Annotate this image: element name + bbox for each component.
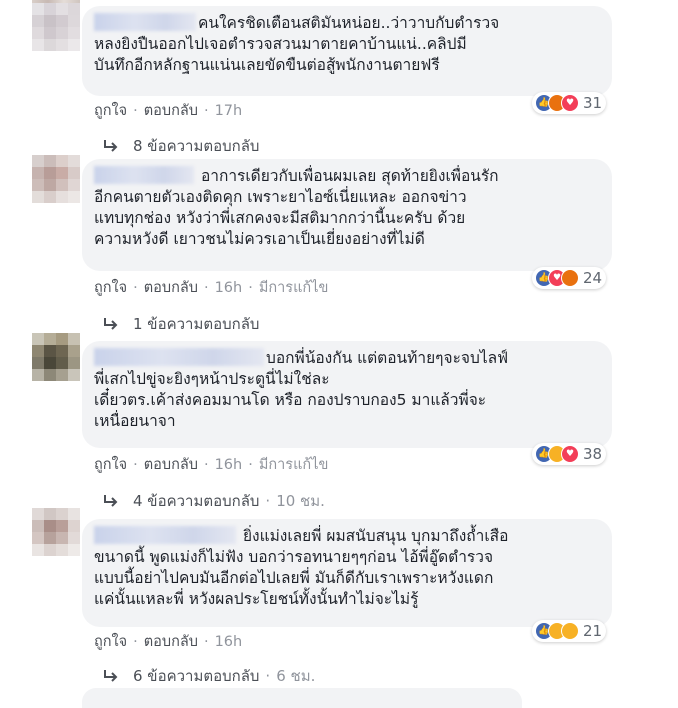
comment-text-line: บันทึกอีกหลักฐานแน่นเลยขัดขืนต่อสู้พนักง… — [94, 56, 440, 74]
reply-arrow-icon — [104, 140, 118, 152]
view-replies-link[interactable]: 6 ข้อความตอบกลับ · 6 ชม. — [103, 664, 315, 688]
comment-text-line: ความหวังดี เยาวชนไม่ควรเอาเป็นเยี่ยงอย่า… — [94, 230, 425, 248]
replies-timestamp: 6 ชม. — [276, 667, 316, 685]
reply-link[interactable]: ตอบกลับ — [144, 630, 198, 653]
reaction-summary[interactable]: 👍 ♥ 38 — [532, 443, 607, 465]
view-replies-link[interactable]: 1 ข้อความตอบกลับ — [103, 312, 259, 336]
separator-dot: · — [133, 456, 138, 473]
reply-arrow-icon — [104, 495, 118, 507]
separator-dot: · — [133, 633, 138, 650]
comment-actions: ถูกใจ · ตอบกลับ · 17h — [94, 99, 242, 122]
comment-text-line: แบบนี้อย่าไปคบมันอีกต่อไปเลยพี่ มันก็ดีก… — [94, 569, 494, 587]
comment-timestamp[interactable]: 16h — [215, 634, 243, 650]
author-name-redacted[interactable] — [94, 348, 264, 366]
view-replies-link[interactable]: 4 ข้อความตอบกลับ · 10 ชม. — [103, 489, 325, 513]
separator-dot: · — [203, 279, 209, 296]
comment-actions: ถูกใจ · ตอบกลับ · 16h — [94, 630, 242, 653]
comment-timestamp[interactable]: 16h — [215, 457, 243, 473]
love-reaction-icon: ♥ — [561, 445, 579, 463]
author-name-redacted[interactable] — [94, 13, 196, 31]
love-reaction-icon: ♥ — [561, 94, 579, 112]
reply-link[interactable]: ตอบกลับ — [144, 99, 198, 122]
separator-dot: · — [265, 667, 271, 685]
like-link[interactable]: ถูกใจ — [94, 99, 127, 122]
replies-timestamp: 10 ชม. — [276, 492, 325, 510]
reaction-count: 38 — [583, 445, 603, 463]
comment-bubble: อาการเดียวกับเพื่อนผมเลย สุดท้ายยิงเพื่อ… — [82, 159, 612, 271]
comment-text-line: เดี๋ยวตร.เค้าส่งคอมมานโด หรือ กองปราบกอง… — [94, 391, 487, 409]
reaction-summary[interactable]: 👍 21 — [532, 620, 607, 642]
comment-text-line: อีกคนตายตัวเองติดคุก เพราะยาไอซ์เนี่ยแหล… — [94, 188, 467, 206]
comment-text-line: ขนาดนี้ พูดแม่งก็ไม่ฟัง บอกว่ารอทนายๆๆก่… — [94, 548, 494, 566]
replies-count: 6 ข้อความตอบกลับ — [133, 667, 260, 685]
comment-timestamp[interactable]: 17h — [215, 103, 243, 119]
replies-count: 1 ข้อความตอบกลับ — [133, 315, 260, 333]
comment-timestamp[interactable]: 16h — [215, 280, 243, 296]
avatar[interactable] — [32, 155, 80, 203]
comment-bubble: บอกพี่น้องกัน แต่ตอนท้ายๆจะจบไลฟ์ พี่เสก… — [82, 341, 612, 448]
edited-label[interactable]: มีการแก้ไข — [259, 276, 329, 299]
comment-text-line: บอกพี่น้องกัน แต่ตอนท้ายๆจะจบไลฟ์ — [94, 348, 600, 369]
like-link[interactable]: ถูกใจ — [94, 276, 127, 299]
reply-arrow-icon — [104, 318, 118, 330]
comment-text-line: เหนื่อยนาจา — [94, 412, 176, 430]
avatar[interactable] — [32, 3, 80, 51]
reply-arrow-icon — [104, 670, 118, 682]
comment-bubble: ยิ่งแม่งเลยพี่ ผมสนับสนุน บุกมาถึงถ้ำเสื… — [82, 519, 612, 627]
separator-dot: · — [203, 102, 209, 119]
comment-text-line: อาการเดียวกับเพื่อนผมเลย สุดท้ายยิงเพื่อ… — [94, 166, 600, 187]
reaction-count: 21 — [583, 622, 603, 640]
view-replies-link[interactable]: 8 ข้อความตอบกลับ — [103, 134, 259, 158]
avatar[interactable] — [32, 333, 80, 381]
comment-bubble: คนใครชิดเตือนสติมันหน่อย..ว่าวาบกับตำรวจ… — [82, 6, 612, 96]
comment-text-line: พี่เสกไปขู่จะยิงๆหน้าประตูนี่ไม่ใช่ละ — [94, 370, 330, 388]
reply-link[interactable]: ตอบกลับ — [144, 453, 198, 476]
angry-reaction-icon — [561, 269, 579, 287]
wow-reaction-icon — [561, 622, 579, 640]
comment-text-line: คนใครชิดเตือนสติมันหน่อย..ว่าวาบกับตำรวจ — [94, 13, 600, 34]
separator-dot: · — [265, 492, 271, 510]
comment-text-line: แค่นั้นแหละพี่ หวังผลประโยชน์ทั้งนั้นทำไ… — [94, 590, 419, 608]
comment-bubble-partial — [82, 688, 522, 708]
avatar[interactable] — [32, 508, 80, 556]
comment-text-line: ยิ่งแม่งเลยพี่ ผมสนับสนุน บุกมาถึงถ้ำเสื… — [94, 526, 600, 547]
author-name-redacted[interactable] — [94, 526, 236, 544]
comment-actions: ถูกใจ · ตอบกลับ · 16h · มีการแก้ไข — [94, 453, 328, 476]
comment-text-line: หลงยิงปืนออกไปเจอตำรวจสวนมาตายคาบ้านแน่.… — [94, 35, 467, 53]
like-link[interactable]: ถูกใจ — [94, 630, 127, 653]
separator-dot: · — [248, 456, 253, 473]
separator-dot: · — [133, 102, 138, 119]
separator-dot: · — [248, 279, 253, 296]
reaction-summary[interactable]: 👍 ♥ 24 — [532, 267, 607, 289]
edited-label[interactable]: มีการแก้ไข — [259, 453, 329, 476]
comment-text-line: แทบทุกช่อง หวังว่าพี่เสกคงจะมีสติมากกว่า… — [94, 209, 466, 227]
replies-count: 8 ข้อความตอบกลับ — [133, 137, 260, 155]
author-name-redacted[interactable] — [94, 166, 194, 184]
replies-count: 4 ข้อความตอบกลับ — [133, 492, 260, 510]
separator-dot: · — [203, 633, 209, 650]
reaction-count: 24 — [583, 269, 603, 287]
separator-dot: · — [133, 279, 138, 296]
reaction-summary[interactable]: 👍 ♥ 31 — [532, 92, 607, 114]
separator-dot: · — [203, 456, 209, 473]
reaction-count: 31 — [583, 94, 603, 112]
like-link[interactable]: ถูกใจ — [94, 453, 127, 476]
comment-actions: ถูกใจ · ตอบกลับ · 16h · มีการแก้ไข — [94, 276, 328, 299]
reply-link[interactable]: ตอบกลับ — [144, 276, 198, 299]
